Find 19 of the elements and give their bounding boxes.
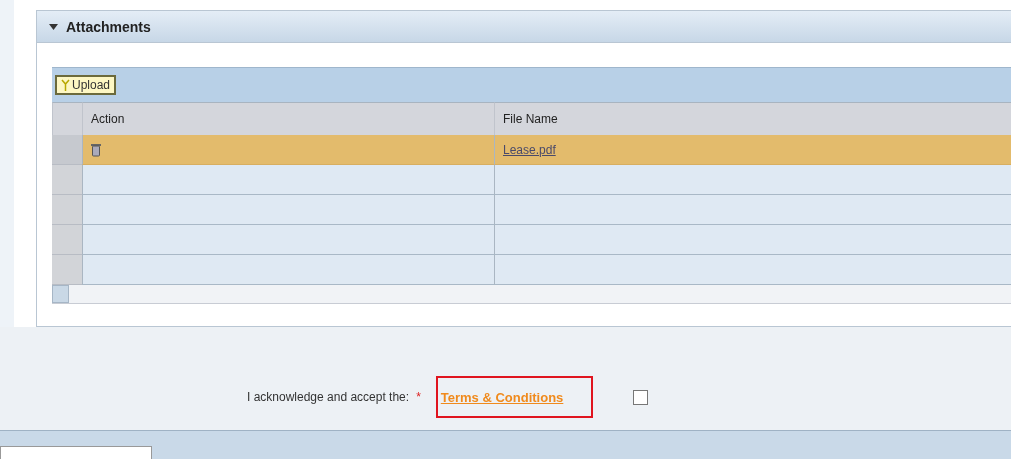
upload-button[interactable]: Upload [55,75,117,95]
acknowledge-label: I acknowledge and accept the: [247,390,410,404]
column-header[interactable]: File Name [494,102,1011,135]
panel-header[interactable]: Attachments [37,11,1011,43]
file-link[interactable]: Lease.pdf [503,142,556,157]
row-selector[interactable] [52,195,82,225]
panel-title: Attachments [66,18,151,35]
bottom-tab[interactable] [0,446,152,459]
horizontal-scrollbar[interactable] [52,285,1011,304]
column-header[interactable]: Action [82,102,494,135]
upload-icon [61,79,70,91]
row-selector[interactable] [52,255,82,285]
collapse-caret-icon[interactable] [49,23,58,30]
row-selector[interactable] [52,165,82,195]
accept-checkbox[interactable] [633,389,649,405]
trash-icon[interactable] [91,142,101,157]
required-mark: * [416,390,421,404]
row-selector[interactable] [52,225,82,255]
row-selector[interactable] [52,135,82,165]
